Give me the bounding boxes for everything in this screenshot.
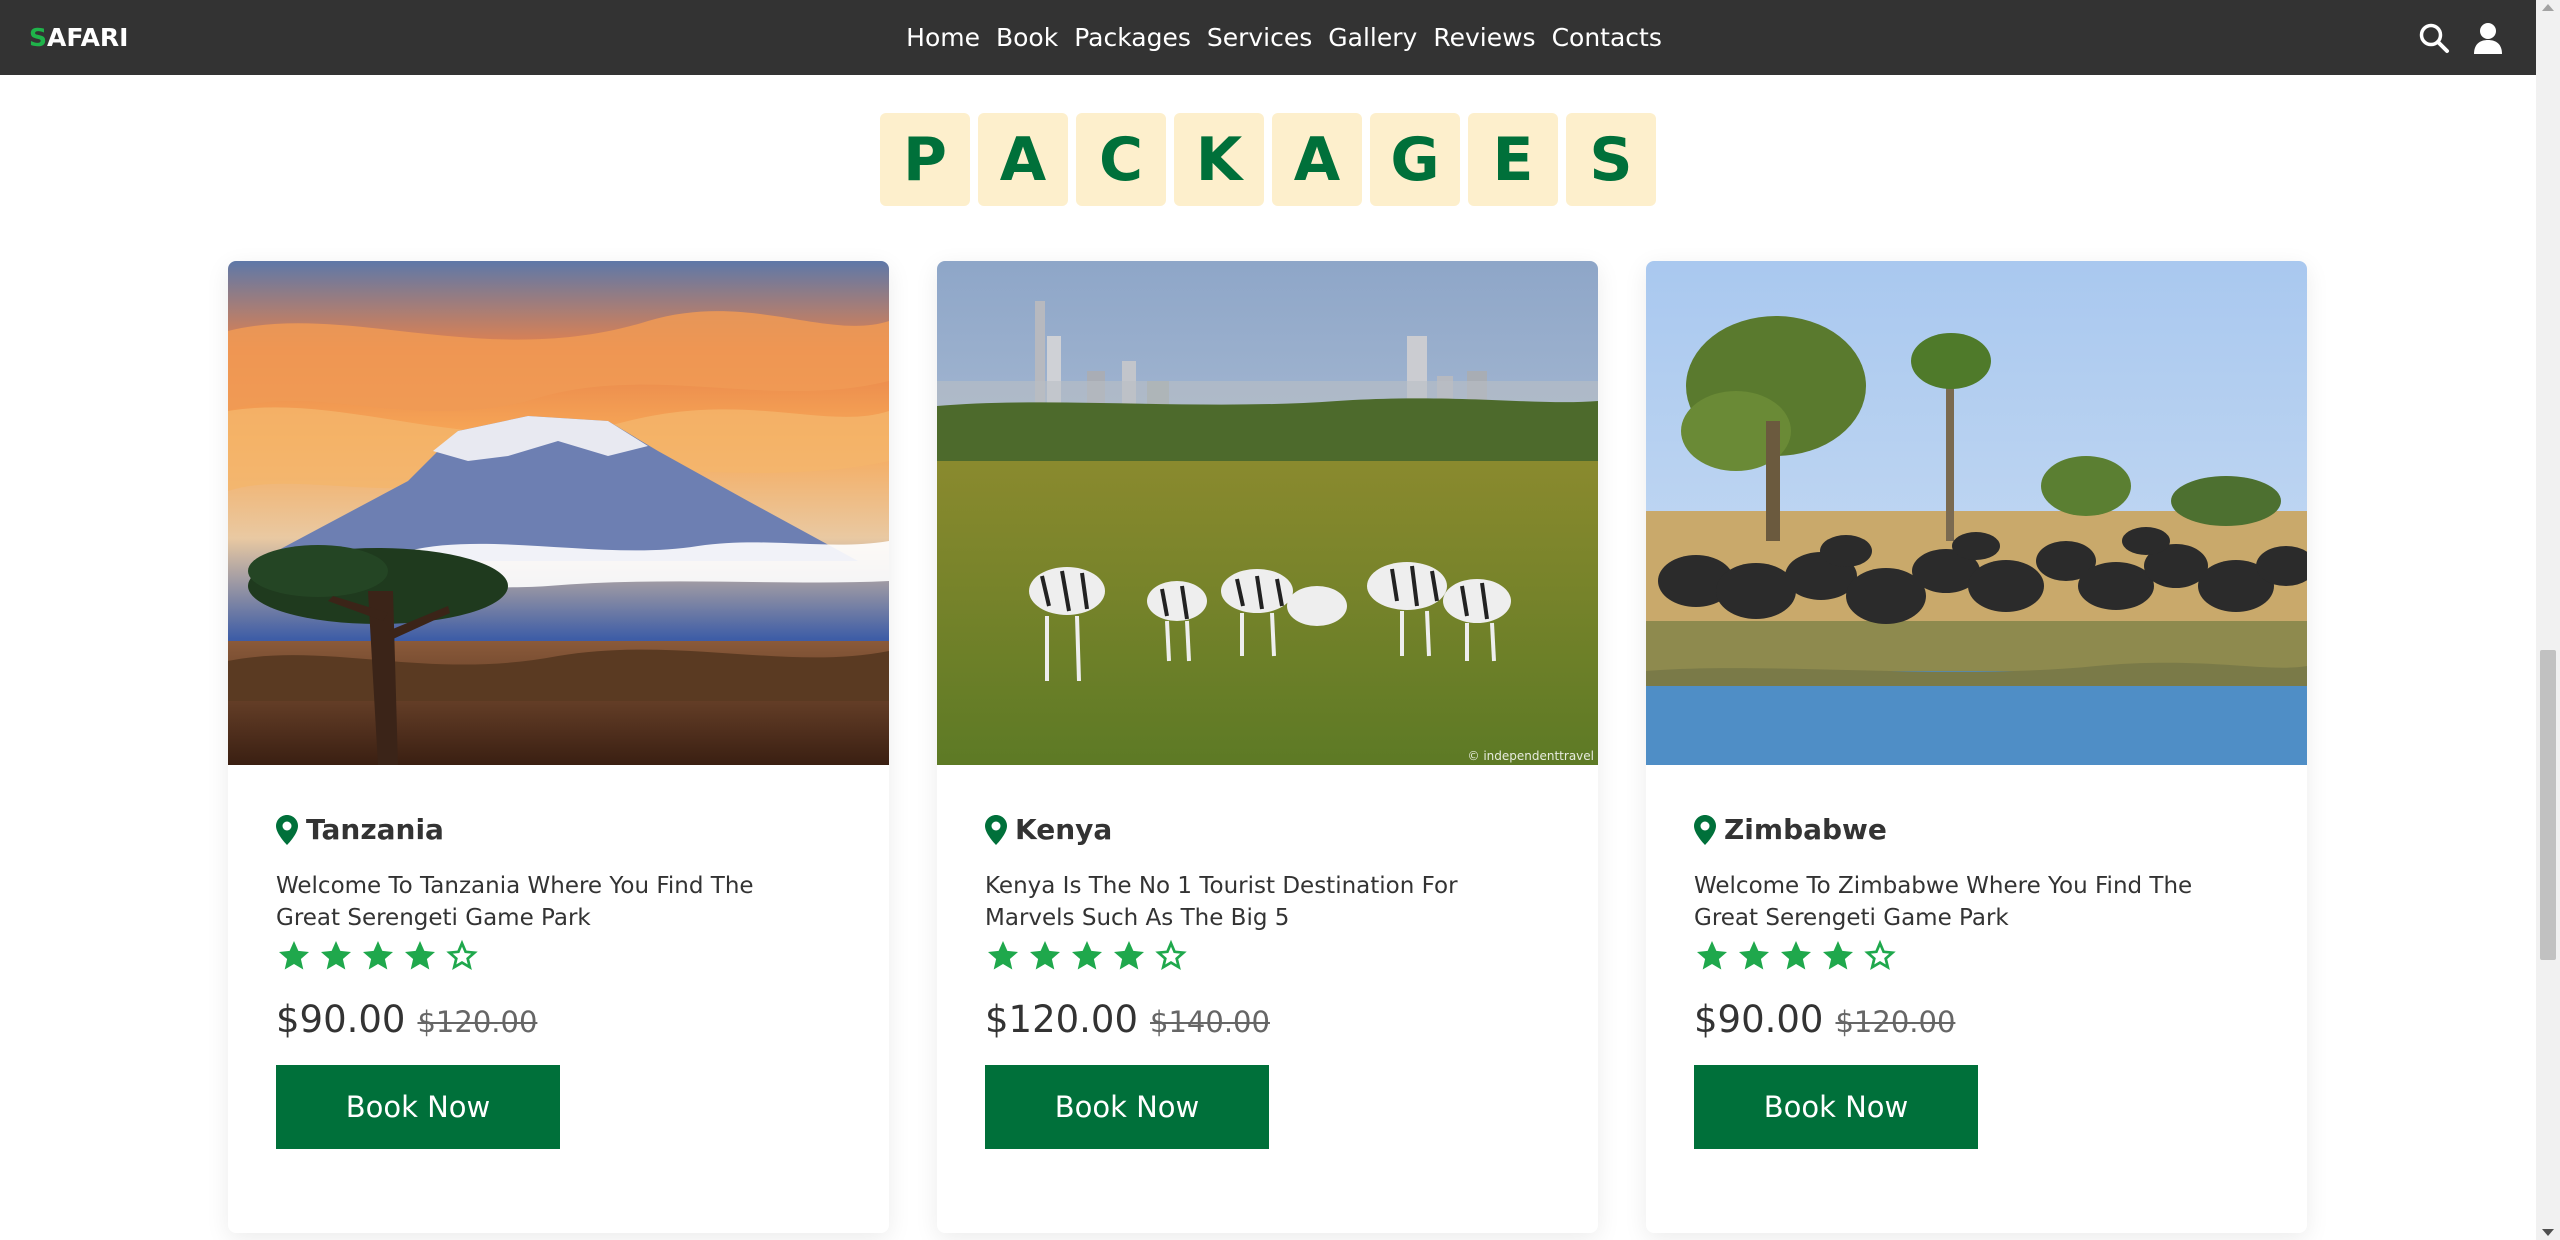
scrollbar-thumb[interactable] [2540, 650, 2556, 960]
star-empty-icon [446, 939, 478, 971]
location-name: Tanzania [306, 813, 444, 846]
card-location: Kenya [985, 813, 1550, 846]
card-price: $90.00 $120.00 [276, 998, 841, 1041]
package-card-tanzania: Tanzania Welcome To Tanzania Where You F… [228, 261, 889, 1233]
title-letter: G [1370, 113, 1460, 206]
card-description: Kenya Is The No 1 Tourist Destination Fo… [985, 873, 1458, 931]
location-name: Kenya [1015, 813, 1113, 846]
star-rating [985, 938, 1550, 974]
nav-home[interactable]: Home [906, 23, 980, 52]
nav-book[interactable]: Book [996, 23, 1058, 52]
star-filled-icon [1030, 941, 1060, 970]
current-price: $90.00 [276, 998, 406, 1041]
scroll-up-arrow-icon[interactable] [2542, 4, 2554, 11]
star-filled-icon [1781, 941, 1811, 970]
nav-gallery[interactable]: Gallery [1328, 23, 1417, 52]
star-filled-icon [1072, 941, 1102, 970]
book-now-button[interactable]: Book Now [276, 1065, 560, 1149]
nairobi-zebras-image: © independenttravel [937, 261, 1598, 765]
nav-reviews[interactable]: Reviews [1433, 23, 1535, 52]
card-body: Kenya Kenya Is The No 1 Tourist Destinat… [937, 765, 1598, 1149]
search-icon[interactable] [2416, 20, 2452, 56]
card-description: Welcome To Tanzania Where You Find The G… [276, 873, 754, 931]
star-empty-icon [1864, 939, 1896, 971]
package-card-zimbabwe: Zimbabwe Welcome To Zimbabwe Where You F… [1646, 261, 2307, 1233]
title-letter: E [1468, 113, 1558, 206]
star-filled-icon [1739, 941, 1769, 970]
book-now-button[interactable]: Book Now [985, 1065, 1269, 1149]
page: S AFARI Home Book Packages Services Galle… [0, 0, 2560, 1240]
star-filled-icon [405, 941, 435, 970]
nav-contacts[interactable]: Contacts [1552, 23, 1662, 52]
title-letter: A [1272, 113, 1362, 206]
star-filled-icon [1697, 941, 1727, 970]
current-price: $120.00 [985, 998, 1139, 1041]
star-rating [276, 938, 841, 974]
main-nav: Home Book Packages Services Gallery Revi… [0, 0, 2536, 75]
map-pin-icon [985, 814, 1007, 845]
card-location: Tanzania [276, 813, 841, 846]
section-title: P A C K A G E S [0, 113, 2536, 206]
old-price: $140.00 [1150, 1005, 1270, 1039]
header-icons [2416, 0, 2506, 75]
buffalo-herd-image [1646, 261, 2307, 765]
star-rating [1694, 938, 2259, 974]
title-letter: P [880, 113, 970, 206]
title-letter: C [1076, 113, 1166, 206]
old-price: $120.00 [1835, 1005, 1956, 1039]
kilimanjaro-sunset-image [228, 261, 889, 765]
star-filled-icon [1823, 941, 1853, 970]
map-pin-icon [1694, 814, 1716, 845]
old-price: $120.00 [417, 1005, 538, 1039]
package-card-kenya: © independenttravel Kenya Kenya Is The N… [937, 261, 1598, 1233]
star-filled-icon [988, 941, 1018, 970]
package-cards: Tanzania Welcome To Tanzania Where You F… [228, 261, 2307, 1233]
star-filled-icon [321, 941, 351, 970]
current-price: $90.00 [1694, 998, 1824, 1041]
card-body: Zimbabwe Welcome To Zimbabwe Where You F… [1646, 765, 2307, 1149]
title-letter: A [978, 113, 1068, 206]
star-filled-icon [1114, 941, 1144, 970]
star-filled-icon [363, 941, 393, 970]
location-name: Zimbabwe [1724, 813, 1887, 846]
book-now-button[interactable]: Book Now [1694, 1065, 1978, 1149]
user-icon[interactable] [2470, 20, 2506, 56]
star-filled-icon [279, 941, 309, 970]
page-scrollbar[interactable] [2536, 0, 2560, 1240]
title-letter: S [1566, 113, 1656, 206]
card-location: Zimbabwe [1694, 813, 2259, 846]
nav-packages[interactable]: Packages [1074, 23, 1191, 52]
image-credit: © independenttravel [1467, 749, 1594, 763]
title-letter: K [1174, 113, 1264, 206]
scroll-down-arrow-icon[interactable] [2542, 1229, 2554, 1236]
card-price: $120.00 $140.00 [985, 998, 1550, 1041]
star-empty-icon [1155, 939, 1187, 971]
card-price: $90.00 $120.00 [1694, 998, 2259, 1041]
card-body: Tanzania Welcome To Tanzania Where You F… [228, 765, 889, 1149]
nav-services[interactable]: Services [1207, 23, 1312, 52]
card-description: Welcome To Zimbabwe Where You Find The G… [1694, 873, 2193, 931]
map-pin-icon [276, 814, 298, 845]
top-navbar: S AFARI Home Book Packages Services Galle… [0, 0, 2536, 75]
